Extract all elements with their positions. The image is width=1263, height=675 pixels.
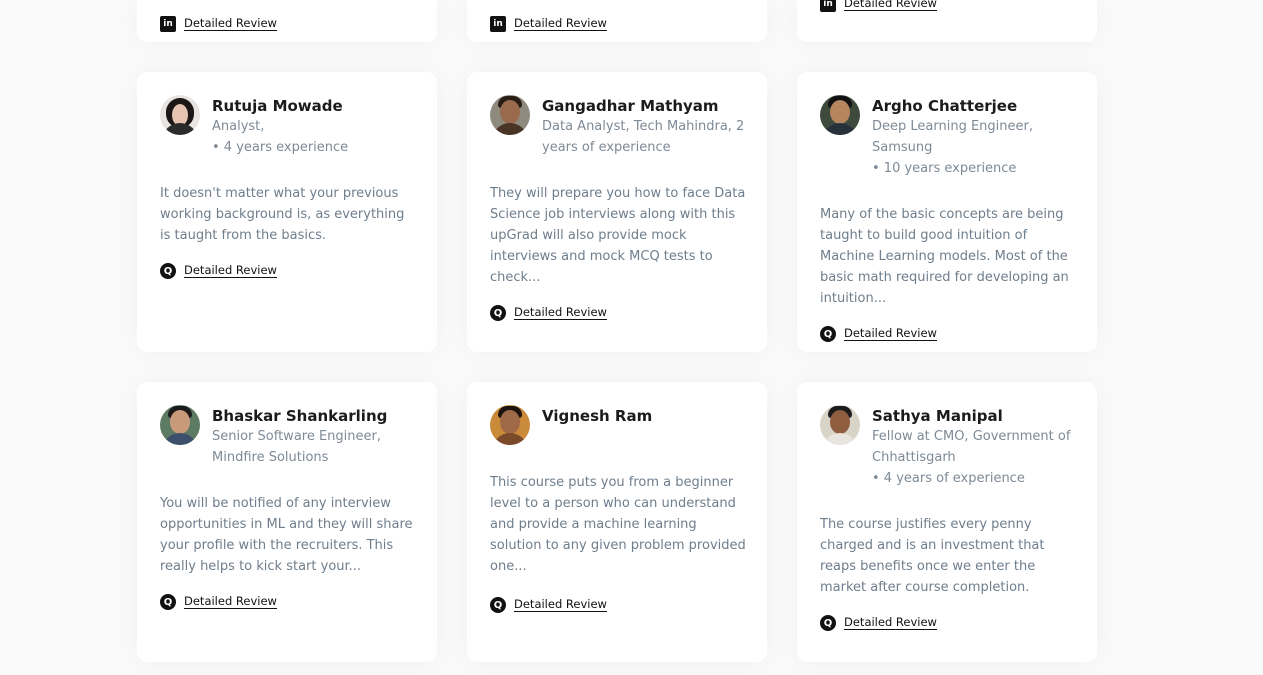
linkedin-icon[interactable]: in bbox=[160, 16, 176, 32]
avatar bbox=[490, 405, 530, 445]
reviewer-company: Chhattisgarh bbox=[872, 450, 956, 465]
review-card: Gangadhar Mathyam Data Analyst, Tech Mah… bbox=[467, 72, 767, 352]
reviewer-role: Senior Software Engineer, bbox=[212, 429, 381, 444]
reviewer-name: Sathya Manipal bbox=[872, 407, 1003, 425]
detailed-review-link[interactable]: Detailed Review bbox=[184, 17, 277, 31]
quora-icon[interactable]: Q bbox=[820, 615, 836, 631]
reviewer-name: Vignesh Ram bbox=[542, 407, 653, 425]
reviewer-role: Deep Learning Engineer, bbox=[872, 119, 1033, 134]
review-card: Rutuja Mowade Analyst, • 4 years experie… bbox=[137, 72, 437, 352]
quora-icon[interactable]: Q bbox=[820, 326, 836, 342]
review-card: Argho Chatterjee Deep Learning Engineer,… bbox=[797, 72, 1097, 352]
review-card: Bhaskar Shankarling Senior Software Engi… bbox=[137, 382, 437, 662]
avatar bbox=[820, 95, 860, 135]
reviewer-company: Mindfire Solutions bbox=[212, 450, 329, 465]
reviewer-role: Analyst, bbox=[212, 119, 265, 134]
reviewer-experience: years of experience bbox=[542, 140, 671, 155]
review-quote: The course justifies every penny charged… bbox=[820, 517, 1045, 595]
avatar bbox=[160, 95, 200, 135]
reviewer-company: Samsung bbox=[872, 140, 933, 155]
reviewer-role: Fellow at CMO, Government of bbox=[872, 429, 1071, 444]
quora-icon[interactable]: Q bbox=[160, 594, 176, 610]
reviewer-role: Data Analyst, Tech Mahindra, 2 bbox=[542, 119, 745, 134]
review-link-row: Q Detailed Review bbox=[820, 326, 937, 342]
review-quote: Many of the basic concepts are being tau… bbox=[820, 207, 1069, 306]
quora-icon[interactable]: Q bbox=[490, 305, 506, 321]
review-quote: They will prepare you how to face Data S… bbox=[490, 186, 746, 285]
reviewer-experience: • 10 years experience bbox=[872, 161, 1017, 176]
review-quote: This course puts you from a beginner lev… bbox=[490, 475, 746, 574]
detailed-review-link[interactable]: Detailed Review bbox=[514, 17, 607, 31]
review-link-row: in Detailed Review bbox=[490, 16, 607, 32]
quora-icon[interactable]: Q bbox=[490, 597, 506, 613]
review-card: Vignesh Ram This course puts you from a … bbox=[467, 382, 767, 662]
review-link-row: Q Detailed Review bbox=[490, 597, 607, 613]
review-link-row: in Detailed Review bbox=[160, 16, 277, 32]
detailed-review-link[interactable]: Detailed Review bbox=[514, 306, 607, 320]
review-quote: You will be notified of any interview op… bbox=[160, 496, 413, 574]
reviewer-name: Bhaskar Shankarling bbox=[212, 407, 388, 425]
review-card-top-1: in Detailed Review bbox=[137, 0, 437, 42]
review-link-row: Q Detailed Review bbox=[160, 594, 277, 610]
avatar bbox=[160, 405, 200, 445]
avatar bbox=[490, 95, 530, 135]
detailed-review-link[interactable]: Detailed Review bbox=[844, 616, 937, 630]
review-card: Sathya Manipal Fellow at CMO, Government… bbox=[797, 382, 1097, 662]
linkedin-icon[interactable]: in bbox=[490, 16, 506, 32]
review-link-row: Q Detailed Review bbox=[820, 615, 937, 631]
reviewer-experience: • 4 years experience bbox=[212, 140, 349, 155]
reviewer-name: Rutuja Mowade bbox=[212, 97, 343, 115]
detailed-review-link[interactable]: Detailed Review bbox=[844, 0, 937, 11]
quora-icon[interactable]: Q bbox=[160, 263, 176, 279]
review-card-top-2: in Detailed Review bbox=[467, 0, 767, 42]
detailed-review-link[interactable]: Detailed Review bbox=[184, 264, 277, 278]
reviewer-experience: • 4 years of experience bbox=[872, 471, 1025, 486]
reviewer-name: Argho Chatterjee bbox=[872, 97, 1018, 115]
detailed-review-link[interactable]: Detailed Review bbox=[844, 327, 937, 341]
detailed-review-link[interactable]: Detailed Review bbox=[184, 595, 277, 609]
review-card-top-3: in Detailed Review bbox=[797, 0, 1097, 42]
review-link-row: in Detailed Review bbox=[820, 0, 937, 12]
avatar bbox=[820, 405, 860, 445]
review-link-row: Q Detailed Review bbox=[490, 305, 607, 321]
linkedin-icon[interactable]: in bbox=[820, 0, 836, 12]
review-quote: It doesn't matter what your previous wor… bbox=[160, 186, 405, 243]
review-link-row: Q Detailed Review bbox=[160, 263, 277, 279]
reviewer-name: Gangadhar Mathyam bbox=[542, 97, 719, 115]
detailed-review-link[interactable]: Detailed Review bbox=[514, 598, 607, 612]
